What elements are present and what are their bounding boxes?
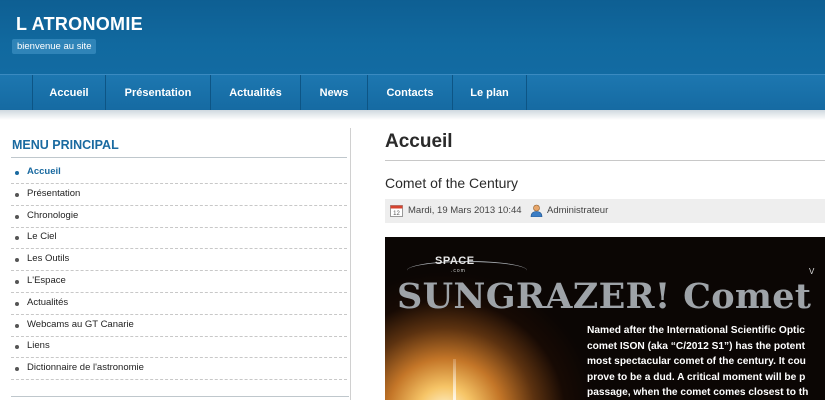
calendar-icon: 12: [390, 204, 403, 222]
image-text-line: prove to be a dud. A critical moment wil…: [587, 371, 806, 383]
article-date: Mardi, 19 Mars 2013 10:44: [408, 205, 522, 216]
comet-trail: [453, 359, 456, 400]
bullet-icon: [15, 345, 19, 349]
bullet-icon: [15, 193, 19, 197]
site-header: L ATRONOMIE bienvenue au site: [0, 0, 825, 74]
bullet-icon: [15, 367, 19, 371]
nav-item-le-plan[interactable]: Le plan: [452, 75, 527, 111]
image-text-line: comet ISON (aka “C/2012 S1”) has the pot…: [587, 340, 805, 352]
sidebar-item-label: Actualités: [27, 297, 69, 308]
bullet-icon: [15, 258, 19, 262]
site-tagline: bienvenue au site: [12, 39, 97, 54]
bullet-icon: [15, 324, 19, 328]
nav-item-accueil[interactable]: Accueil: [32, 75, 105, 111]
column-divider: [350, 128, 351, 400]
page-title: Accueil: [385, 131, 453, 152]
sidebar-item-webcams[interactable]: Webcams au GT Canarie: [11, 315, 347, 337]
main-nav: Accueil Présentation Actualités News Con…: [0, 74, 825, 111]
bullet-icon: [15, 302, 19, 306]
nav-item-actualites[interactable]: Actualités: [210, 75, 300, 111]
user-icon: [530, 204, 543, 222]
image-text-line: Named after the International Scientific…: [587, 325, 805, 336]
article-image: SPACE .com SUNGRAZER! Comet IS V Named a…: [385, 237, 825, 400]
menu-title-divider: [11, 157, 347, 158]
sidebar-item-actualites[interactable]: Actualités: [11, 293, 347, 315]
sidebar-bottom-divider: [11, 396, 349, 397]
sidebar-item-label: Présentation: [27, 188, 81, 199]
nav-shadow: [0, 110, 825, 120]
bullet-icon: [15, 236, 19, 240]
image-body-text: Named after the International Scientific…: [587, 323, 808, 400]
image-corner-text: V: [809, 267, 815, 276]
sidebar-item-accueil[interactable]: Accueil: [11, 162, 347, 184]
space-logo-sub: .com: [451, 268, 466, 274]
image-text-line: passage, when the comet comes closest to…: [587, 387, 809, 398]
space-logo: SPACE: [435, 255, 475, 267]
article-author[interactable]: Administrateur: [547, 205, 608, 216]
nav-item-presentation[interactable]: Présentation: [105, 75, 210, 111]
article-title[interactable]: Comet of the Century: [385, 175, 518, 191]
article-meta: 12 Mardi, 19 Mars 2013 10:44 Administrat…: [385, 199, 825, 223]
sidebar-item-label: Dictionnaire de l'astronomie: [27, 362, 144, 373]
sidebar-item-les-outils[interactable]: Les Outils: [11, 249, 347, 271]
sidebar-item-liens[interactable]: Liens: [11, 336, 347, 358]
sidebar-item-label: Le Ciel: [27, 231, 57, 242]
bullet-icon: [15, 171, 19, 175]
sidebar-item-label: Les Outils: [27, 253, 70, 264]
sidebar-item-dictionnaire[interactable]: Dictionnaire de l'astronomie: [11, 358, 347, 380]
svg-text:12: 12: [393, 211, 400, 217]
sidebar-item-label: Liens: [27, 340, 50, 351]
sidebar-item-le-ciel[interactable]: Le Ciel: [11, 227, 347, 249]
sidebar-item-label: Chronologie: [27, 210, 79, 221]
nav-item-contacts[interactable]: Contacts: [367, 75, 452, 111]
sidebar-item-label: L'Espace: [27, 275, 66, 286]
bullet-icon: [15, 280, 19, 284]
sidebar-item-chronologie[interactable]: Chronologie: [11, 206, 347, 228]
sidebar-item-label: Accueil: [27, 166, 61, 177]
site-title[interactable]: L ATRONOMIE: [16, 14, 143, 35]
image-headline: SUNGRAZER! Comet IS: [397, 276, 825, 317]
menu-title: MENU PRINCIPAL: [12, 138, 119, 152]
sidebar-item-l-espace[interactable]: L'Espace: [11, 271, 347, 293]
sidebar-item-presentation[interactable]: Présentation: [11, 184, 347, 206]
nav-item-news[interactable]: News: [300, 75, 367, 111]
sidebar-item-label: Webcams au GT Canarie: [27, 319, 134, 330]
bullet-icon: [15, 215, 19, 219]
page-title-divider: [385, 160, 825, 161]
image-text-line: most spectacular comet of the century. I…: [587, 356, 806, 367]
